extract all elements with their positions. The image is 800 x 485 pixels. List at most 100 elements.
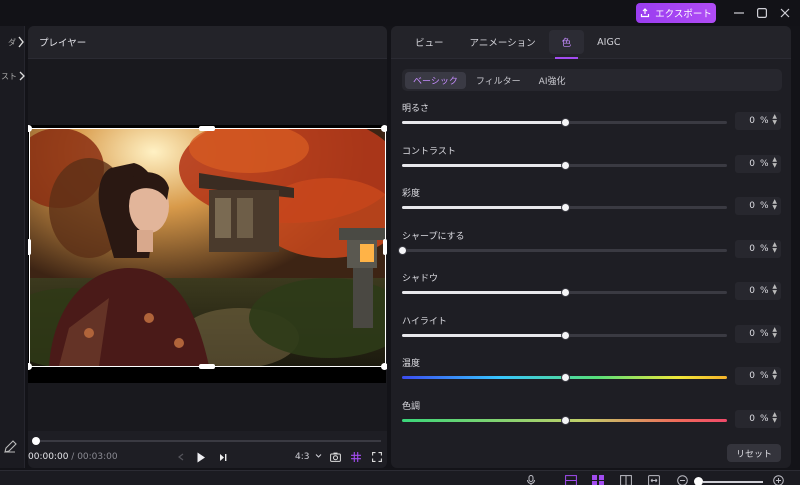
adjustment-row: 明るさ 0% ▲ ▼ [402,101,782,143]
export-icon [641,8,650,18]
zoom-in-icon[interactable] [773,475,785,485]
resize-handle-bottom-left[interactable] [28,363,32,370]
chevron-down-icon [316,454,322,458]
stepper-arrows-icon[interactable]: ▲ ▼ [772,156,777,169]
adjustment-slider[interactable] [402,118,727,127]
slider-thumb[interactable] [560,203,570,212]
adjustment-value-input[interactable]: 0% ▲ ▼ [735,324,781,343]
tab-color[interactable]: 色 [548,30,585,59]
adjustment-slider[interactable] [398,245,727,255]
resize-handle-right[interactable] [383,239,387,255]
stepper-arrows-icon[interactable]: ▲ ▼ [772,284,777,296]
slider-fill [402,206,565,209]
sidebar-tab-b-label: スト [1,71,17,81]
adjustment-value: 0 [749,413,755,424]
subtab-ai-enhance[interactable]: AI強化 [531,72,574,89]
adjustment-slider[interactable] [402,288,727,297]
stepper-arrows-icon[interactable]: ▲ ▼ [772,114,777,126]
maximize-button[interactable] [755,6,769,20]
resize-handle-bottom-right[interactable] [381,363,387,370]
adjustment-value-input[interactable]: 0% ▲ ▼ [735,112,781,130]
resize-handle-bottom[interactable] [199,364,215,369]
video-frame[interactable] [28,125,387,383]
slider-thumb[interactable] [560,160,570,170]
adjustment-value-input[interactable]: 0% ▲ ▼ [735,282,781,300]
adjustment-value-input[interactable]: 0% ▲ ▼ [735,154,781,173]
player-header: プレイヤー [28,26,387,59]
adjustment-label: シャドウ [402,274,439,284]
zoom-slider[interactable] [703,481,763,483]
subtab-filter[interactable]: フィルター [468,72,529,89]
adjustment-slider[interactable] [402,330,727,340]
sidebar-tab-b[interactable]: スト [0,64,25,88]
chevron-right-icon [19,71,25,81]
stepper-arrows-icon[interactable]: ▲ ▼ [772,241,777,254]
adjustment-slider[interactable] [402,203,727,212]
chevron-right-icon [18,36,24,48]
crop-icon[interactable] [620,475,632,485]
tab-animation[interactable]: アニメーション [457,26,549,59]
play-button[interactable] [195,451,207,463]
resize-handle-top[interactable] [199,126,215,131]
slider-thumb[interactable] [560,288,570,297]
adjustment-unit: % [760,201,769,211]
reset-button[interactable]: リセット [727,444,781,462]
resize-handle-left[interactable] [28,239,31,255]
microphone-icon[interactable] [526,475,538,485]
adjustment-unit: % [760,158,769,169]
zoom-out-icon[interactable] [677,475,689,485]
adjustment-value-input[interactable]: 0% ▲ ▼ [735,197,781,215]
grid-button[interactable] [350,451,362,463]
player-panel: プレイヤー 00:00:00 / 00:03:00 4:3 [28,26,387,468]
maximize-icon [757,8,767,18]
sidebar-tab-a[interactable]: ダ [0,30,25,54]
subtab-basic-label: ベーシック [413,76,458,87]
slider-thumb[interactable] [398,245,407,255]
slider-thumb[interactable] [560,373,570,382]
aspect-ratio-selector[interactable]: 4:3 [295,452,322,462]
stepper-arrows-icon[interactable]: ▲ ▼ [772,369,777,381]
stepper-arrows-icon[interactable]: ▲ ▼ [772,199,777,211]
tab-aigc[interactable]: AIGC [584,26,633,59]
tab-view[interactable]: ビュー [402,26,457,59]
fit-width-icon[interactable] [648,475,660,485]
snapshot-button[interactable] [329,451,341,463]
adjustment-unit: % [760,286,769,296]
adjustment-slider[interactable] [402,415,727,425]
tab-animation-label: アニメーション [469,38,536,49]
adjustment-label: 明るさ [402,104,430,114]
adjustment-slider[interactable] [402,373,727,382]
slider-thumb[interactable] [560,118,570,127]
stepper-arrows-icon[interactable]: ▲ ▼ [772,411,777,424]
close-button[interactable] [778,6,792,20]
adjustment-value: 0 [749,371,755,381]
player-viewport[interactable] [28,59,387,431]
stepper-arrows-icon[interactable]: ▲ ▼ [772,326,777,339]
adjustment-slider[interactable] [402,160,727,170]
minimize-button[interactable] [732,6,746,20]
pen-icon[interactable] [1,438,19,456]
resize-handle-top-right[interactable] [381,125,387,132]
adjustment-value-input[interactable]: 0% ▲ ▼ [735,239,781,258]
adjustment-value: 0 [749,328,755,339]
minimize-icon [734,12,744,14]
fullscreen-button[interactable] [371,451,383,463]
scrubber-thumb[interactable] [32,437,40,445]
slider-thumb[interactable] [560,330,570,340]
playback-scrubber[interactable] [32,437,381,445]
zoom-slider-thumb[interactable] [694,477,703,485]
previous-frame-button[interactable] [175,451,187,463]
slider-thumb[interactable] [560,415,570,425]
adjustment-value: 0 [749,243,755,254]
close-icon [780,8,790,18]
time-separator: / [68,452,78,462]
adjustment-row: シャドウ 0% ▲ ▼ [402,271,782,313]
subtab-basic[interactable]: ベーシック [405,71,466,89]
adjustment-value-input[interactable]: 0% ▲ ▼ [735,409,781,428]
adjustment-label: コントラスト [402,146,456,157]
next-frame-button[interactable] [217,451,229,463]
split-screen-icon[interactable] [565,475,577,485]
adjustment-value-input[interactable]: 0% ▲ ▼ [735,367,781,385]
export-button[interactable]: エクスポート [636,3,716,23]
layout-icon[interactable] [592,475,604,485]
